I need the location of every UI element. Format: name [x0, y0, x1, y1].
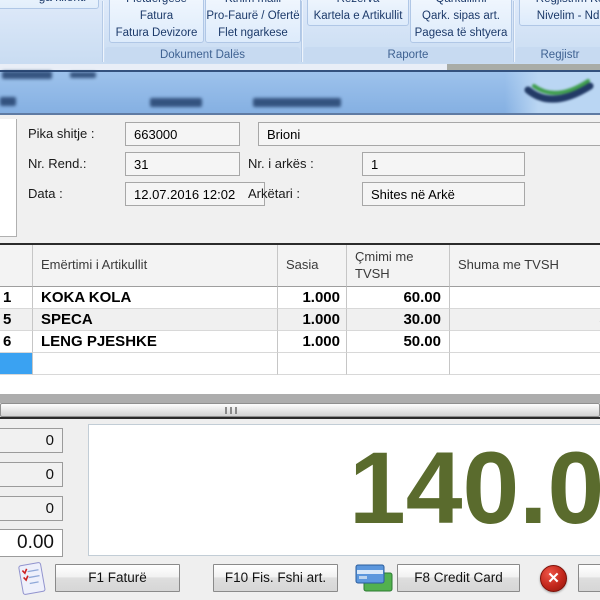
counter1-field[interactable]: 0 [0, 428, 63, 453]
ribbon-separator [102, 1, 103, 62]
amount-field[interactable]: 0.00 [0, 529, 63, 557]
col-header-sasia[interactable]: Sasia [278, 245, 347, 287]
ribbon-group-dokument-dales: Dokument Dalës [105, 47, 300, 63]
arketari-label: Arkëtari : [248, 182, 300, 206]
ribbon-item-kartela[interactable]: Kartela e Artikullit [308, 8, 408, 25]
counter2-field[interactable]: 0 [0, 462, 63, 487]
checklist-icon [16, 562, 48, 596]
col-header-cmimi[interactable]: Çmimi me TVSH [347, 245, 450, 287]
pos-window: ga klienti Fletdërgesë Fatura Fatura Dev… [0, 0, 600, 600]
blurred-text [2, 71, 52, 79]
side-panel [0, 119, 17, 237]
pika-shitje-label: Pika shitje : [28, 122, 94, 146]
ribbon-group-regjistrime: Regjistr [516, 47, 600, 63]
splitter-bar[interactable] [0, 403, 600, 417]
col-header-shuma[interactable]: Shuma me TVSH [450, 245, 600, 287]
ribbon-item-rezerva[interactable]: Rezerva [308, 0, 408, 8]
ribbon-button-klienti-label: ga klienti [39, 0, 86, 4]
green-swoosh-logo-icon [524, 76, 594, 110]
nr-rend-label: Nr. Rend.: [28, 152, 87, 176]
ribbon-item-regjistrim[interactable]: Regjistrim Ko [520, 0, 600, 8]
grand-total: 140.00 [349, 437, 600, 539]
nr-arkes-label: Nr. i arkës : [248, 152, 314, 176]
arketari-field[interactable]: Shites në Arkë [362, 182, 525, 206]
col-header-emertimi[interactable]: Emërtimi i Artikullit [33, 245, 278, 287]
ribbon-item-pro-faure[interactable]: Pro-Faurë / Ofertë [206, 8, 300, 25]
credit-cards-icon [354, 563, 394, 595]
gray-band [0, 394, 600, 403]
articles-table: Emërtimi i Artikullit Sasia Çmimi me TVS… [0, 243, 600, 394]
ribbon-separator [301, 1, 302, 62]
ribbon-item-kthim-malli[interactable]: Kthim malli [206, 0, 300, 8]
ribbon-item-nivelim[interactable]: Nivelim - Ndr [520, 8, 600, 25]
ribbon-stack-raporte-1: Rezerva Kartela e Artikullit [307, 0, 409, 26]
nr-rend-field[interactable]: 31 [125, 152, 240, 176]
ribbon: ga klienti Fletdërgesë Fatura Fatura Dev… [0, 0, 600, 65]
pika-shitje-name-field[interactable]: Brioni [258, 122, 600, 146]
ribbon-stack-dokument-2: Kthim malli Pro-Faurë / Ofertë Flet ngar… [205, 0, 301, 43]
data-label: Data : [28, 182, 63, 206]
close-icon[interactable]: ✕ [540, 565, 567, 592]
ribbon-stack-dokument-1: Fletdërgesë Fatura Fatura Devizore [109, 0, 204, 43]
divider-line [0, 113, 600, 115]
blurred-text [0, 97, 16, 106]
blurred-text [253, 98, 341, 107]
total-display-box: 140.00 [88, 424, 600, 556]
ribbon-item-fatura-devizore[interactable]: Fatura Devizore [110, 25, 203, 42]
selected-cell[interactable] [0, 353, 33, 375]
f1-fature-button[interactable]: F1 Faturë [55, 564, 180, 592]
ribbon-button-klienti[interactable]: ga klienti [0, 0, 99, 9]
ribbon-item-qark-sipas-art[interactable]: Qark. sipas art. [411, 8, 511, 25]
ribbon-stack-raporte-2: Qarkullimi Qark. sipas art. Pagesa të sh… [410, 0, 512, 43]
cut-footer-button[interactable] [578, 564, 600, 592]
ribbon-item-pagesa-shtyera[interactable]: Pagesa të shtyera [411, 25, 511, 42]
col-header-nr[interactable] [0, 245, 33, 287]
counter3-field[interactable]: 0 [0, 496, 63, 521]
ribbon-stack-regjistrime: Regjistrim Ko Nivelim - Ndr [519, 0, 600, 26]
ribbon-group-raporte: Raporte [304, 47, 512, 63]
ribbon-item-fletdergese[interactable]: Fletdërgesë [110, 0, 203, 8]
blurred-text [70, 72, 96, 78]
nr-arkes-field[interactable]: 1 [362, 152, 525, 176]
pika-shitje-code-field[interactable]: 663000 [125, 122, 240, 146]
blurred-text [150, 98, 202, 107]
f10-fshi-art-button[interactable]: F10 Fis. Fshi art. [213, 564, 338, 592]
ribbon-item-fatura[interactable]: Fatura [110, 8, 203, 25]
ribbon-item-qarkullimi[interactable]: Qarkullimi [411, 0, 511, 8]
f8-credit-card-button[interactable]: F8 Credit Card [397, 564, 520, 592]
ribbon-separator [513, 1, 514, 62]
totals-panel: 0 0 0 0.00 140.00 F1 Faturë F10 Fis. Fsh… [0, 419, 600, 600]
ribbon-item-flet-ngarkese[interactable]: Flet ngarkese [206, 25, 300, 42]
data-field[interactable]: 12.07.2016 12:02 [125, 182, 265, 206]
